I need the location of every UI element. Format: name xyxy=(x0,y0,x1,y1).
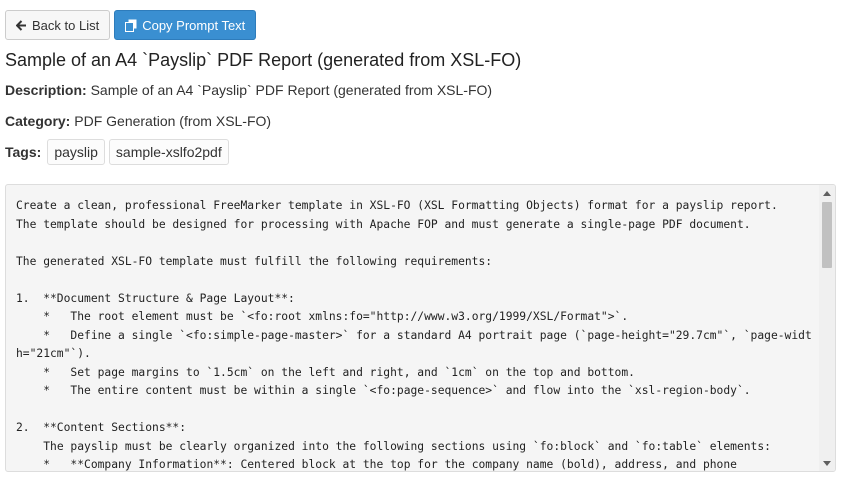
prompt-line: * Define a single `<fo:simple-page-maste… xyxy=(16,328,812,361)
tags-label: Tags: xyxy=(5,144,42,160)
description-value: Sample of an A4 `Payslip` PDF Report (ge… xyxy=(90,82,493,98)
description-label: Description: xyxy=(5,82,87,98)
page-title: Sample of an A4 `Payslip` PDF Report (ge… xyxy=(5,50,522,70)
prompt-line: The template should be designed for proc… xyxy=(16,217,751,231)
tag-payslip: payslip xyxy=(47,139,105,165)
copy-prompt-text-button[interactable]: Copy Prompt Text xyxy=(114,10,257,40)
prompt-line: Create a clean, professional FreeMarker … xyxy=(16,199,778,212)
arrow-left-icon xyxy=(16,19,27,31)
description-line: Description: Sample of an A4 `Payslip` P… xyxy=(5,82,492,98)
prompt-line: * The entire content must be within a si… xyxy=(16,384,751,397)
prompt-line: 2. **Content Sections**: xyxy=(16,421,187,434)
copy-prompt-text-label: Copy Prompt Text xyxy=(142,17,246,33)
category-line: Category: PDF Generation (from XSL-FO) xyxy=(5,113,271,129)
prompt-text: Create a clean, professional FreeMarker … xyxy=(16,197,816,471)
category-value: PDF Generation (from XSL-FO) xyxy=(74,113,272,129)
prompt-line: * Set page margins to `1.5cm` on the lef… xyxy=(16,365,635,379)
tags-line: Tags: payslip sample-xslfo2pdf xyxy=(5,139,233,165)
prompt-line: The generated XSL-FO template must fulfi… xyxy=(16,254,493,268)
category-label: Category: xyxy=(5,113,71,129)
prompt-line: * **Company Information**: Centered bloc… xyxy=(16,458,737,471)
back-to-list-label: Back to List xyxy=(32,17,100,33)
prompt-text-box[interactable]: Create a clean, professional FreeMarker … xyxy=(5,184,836,472)
prompt-line: 1. **Document Structure & Page Layout**: xyxy=(16,291,295,305)
scroll-up-arrow-icon[interactable] xyxy=(819,185,835,201)
back-to-list-button[interactable]: Back to List xyxy=(5,10,111,40)
scrollbar-thumb[interactable] xyxy=(822,202,832,268)
scroll-down-arrow-icon[interactable] xyxy=(819,455,835,471)
toolbar: Back to List Copy Prompt Text xyxy=(5,10,257,40)
vertical-scrollbar[interactable] xyxy=(819,185,835,471)
prompt-line: The payslip must be clearly organized in… xyxy=(16,439,771,453)
prompt-line: * The root element must be `<fo:root xml… xyxy=(16,310,629,323)
tag-sample-xslfo2pdf: sample-xslfo2pdf xyxy=(108,139,229,165)
copy-icon xyxy=(125,19,137,32)
